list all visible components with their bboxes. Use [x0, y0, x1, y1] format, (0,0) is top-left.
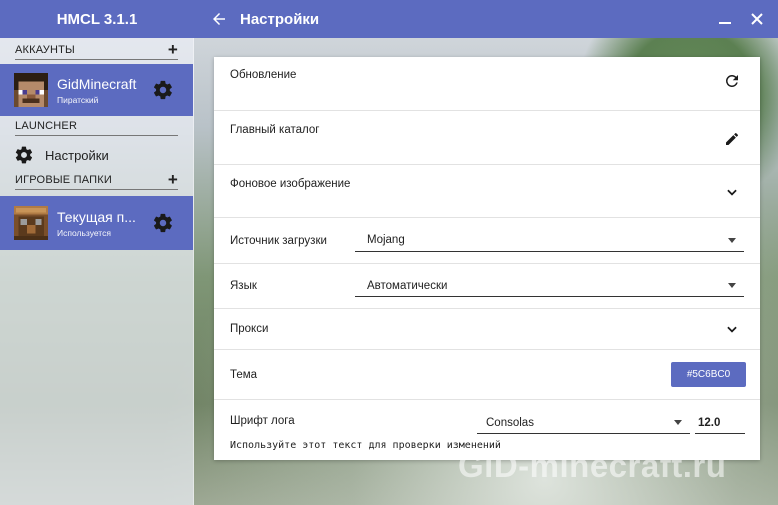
page-header: Настройки — [194, 0, 778, 38]
crafting-table-icon — [14, 206, 48, 240]
game-folder-name: Текущая п... — [57, 208, 136, 225]
log-font-value: Consolas — [486, 416, 534, 429]
account-gear-icon[interactable] — [152, 79, 174, 101]
sidebar-item-settings[interactable]: Настройки — [0, 136, 193, 174]
background-row[interactable]: Фоновое изображение — [214, 165, 760, 218]
log-font-size-input[interactable]: 12.0 — [695, 412, 745, 434]
proxy-row[interactable]: Прокси — [214, 309, 760, 350]
back-arrow-icon[interactable] — [207, 7, 231, 31]
language-value: Автоматически — [367, 279, 448, 292]
minimize-icon[interactable] — [718, 12, 732, 26]
account-item[interactable]: GidMinecraft Пиратский — [0, 64, 193, 116]
player-avatar — [14, 73, 48, 107]
log-font-label: Шрифт лога — [230, 415, 295, 427]
main-dir-label: Главный каталог — [230, 124, 320, 136]
add-folder-plus-icon[interactable]: + — [168, 171, 178, 188]
close-icon[interactable] — [750, 12, 764, 26]
main-dir-row[interactable]: Главный каталог — [214, 111, 760, 165]
update-label: Обновление — [230, 69, 297, 81]
game-folder-item[interactable]: Текущая п... Используется — [0, 196, 193, 250]
app-title: HMCL 3.1.1 — [0, 0, 194, 38]
download-source-row: Источник загрузки Mojang — [214, 218, 760, 264]
language-select[interactable]: Автоматически — [355, 275, 744, 297]
sidebar-item-settings-label: Настройки — [45, 147, 109, 163]
account-type: Пиратский — [57, 94, 99, 105]
watermark: GiD-minecraft.ru — [458, 447, 727, 484]
language-label: Язык — [230, 280, 257, 292]
theme-label: Тема — [230, 368, 258, 381]
window-controls — [718, 12, 764, 26]
chevron-down-icon[interactable] — [722, 182, 742, 202]
language-row: Язык Автоматически — [214, 264, 760, 309]
background-label: Фоновое изображение — [230, 178, 351, 190]
download-source-label: Источник загрузки — [230, 234, 327, 247]
launcher-header: LAUNCHER — [15, 116, 178, 136]
add-account-plus-icon[interactable]: + — [168, 41, 178, 58]
game-folder-status: Используется — [57, 227, 111, 238]
accounts-header-label: АККАУНТЫ — [15, 44, 75, 56]
pencil-icon[interactable] — [722, 129, 742, 149]
refresh-icon[interactable] — [722, 71, 742, 91]
theme-row: Тема #5C6BC0 — [214, 350, 760, 400]
chevron-down-icon[interactable] — [722, 319, 742, 339]
gear-icon — [14, 145, 34, 165]
folders-header: ИГРОВЫЕ ПАПКИ + — [15, 171, 178, 190]
accounts-header: АККАУНТЫ + — [15, 38, 178, 60]
dropdown-caret-icon — [674, 420, 682, 425]
folder-gear-icon[interactable] — [152, 212, 174, 234]
dropdown-caret-icon — [728, 237, 736, 243]
update-row[interactable]: Обновление — [214, 57, 760, 111]
page-title: Настройки — [240, 10, 320, 28]
sidebar: АККАУНТЫ + GidMinecraft Пиратский LAUNCH… — [0, 38, 194, 505]
folders-header-label: ИГРОВЫЕ ПАПКИ — [15, 174, 112, 186]
title-bar: HMCL 3.1.1 Настройки — [0, 0, 778, 38]
download-source-value: Mojang — [367, 234, 405, 246]
proxy-label: Прокси — [230, 323, 269, 335]
account-name: GidMinecraft — [57, 75, 137, 92]
launcher-header-label: LAUNCHER — [15, 120, 78, 132]
download-source-select[interactable]: Mojang — [355, 230, 744, 252]
dropdown-caret-icon — [728, 283, 736, 288]
settings-card: Обновление Главный каталог Фоновое изобр… — [214, 57, 760, 460]
log-font-select[interactable]: Consolas — [477, 412, 690, 434]
theme-color-picker[interactable]: #5C6BC0 — [671, 362, 746, 387]
